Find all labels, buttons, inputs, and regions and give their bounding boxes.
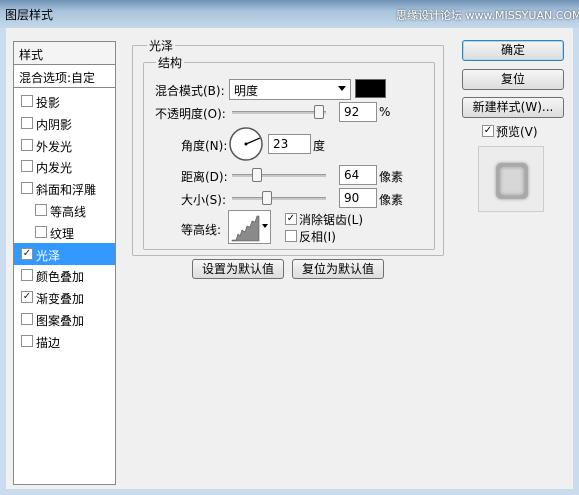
size-slider-track[interactable] [232, 197, 326, 200]
style-item-label: 颜色叠加 [36, 270, 85, 285]
distance-slider-track[interactable] [232, 174, 326, 177]
angle-value: 23 [273, 137, 289, 151]
style-item-label: 投影 [36, 96, 61, 110]
distance-label: 距离(D): [181, 170, 228, 184]
style-item-label: 内发光 [36, 161, 73, 176]
style-item-label: 等高线 [50, 205, 87, 219]
styles-list: 样式 混合选项:自定 投影 内阴影 外发光 内发光 斜面和浮雕 等高线 纹理 ✓ 光泽 颜色叠加 ✓… [13, 41, 116, 485]
color-swatch[interactable] [355, 79, 386, 98]
distance-slider-handle[interactable] [252, 168, 263, 182]
invert-checkbox[interactable] [285, 230, 297, 242]
style-item-label: 渐变叠加 [36, 292, 85, 307]
style-item-2[interactable]: 外发光 [14, 134, 115, 156]
size-label: 大小(S): [181, 193, 227, 207]
style-item-0[interactable]: 投影 [14, 90, 115, 112]
opacity-input[interactable]: 92 [339, 102, 377, 122]
distance-unit: 像素 [379, 170, 404, 184]
opacity-unit: % [379, 105, 391, 119]
style-item-label: 光泽 [36, 248, 61, 263]
preview-shape [496, 163, 528, 199]
style-item-checkbox[interactable]: ✓ [21, 247, 33, 260]
style-item-3[interactable]: 内发光 [14, 155, 115, 177]
chevron-down-icon [338, 86, 346, 91]
contour-curve-icon [231, 215, 260, 242]
style-item-checkbox[interactable] [21, 313, 33, 325]
structure-group-title: 结构 [156, 54, 185, 71]
preview-checkbox[interactable]: ✓ [482, 125, 494, 137]
style-item-checkbox[interactable] [35, 204, 47, 216]
window-title: 图层样式 [5, 8, 54, 22]
style-item-6[interactable]: 纹理 [14, 221, 115, 243]
make-default-button[interactable]: 设置为默认值 [192, 259, 284, 279]
styles-header-label: 样式 [19, 48, 44, 62]
style-item-checkbox[interactable] [21, 160, 33, 173]
blend-mode-select[interactable]: 明度 [229, 79, 351, 100]
blend-options-label: 混合选项:自定 [19, 71, 96, 85]
contour-label: 等高线: [181, 223, 222, 237]
size-input[interactable]: 90 [339, 188, 377, 208]
style-item-label: 斜面和浮雕 [36, 183, 97, 198]
anti-alias-checkbox[interactable]: ✓ [285, 213, 297, 225]
style-item-7[interactable]: ✓ 光泽 [14, 242, 115, 265]
angle-unit: 度 [313, 139, 326, 153]
style-item-1[interactable]: 内阴影 [14, 112, 115, 134]
opacity-value: 92 [344, 105, 360, 119]
ok-button[interactable]: 确定 [462, 40, 564, 61]
blend-options-item[interactable]: 混合选项:自定 [14, 66, 115, 88]
anti-alias-label[interactable]: 消除锯齿(L) [299, 211, 363, 228]
blend-mode-label: 混合模式(B): [155, 84, 225, 98]
reset-to-default-button[interactable]: 复位为默认值 [292, 259, 384, 279]
satin-group-title: 光泽 [147, 37, 176, 54]
style-item-checkbox[interactable] [21, 95, 33, 107]
reset-button[interactable]: 复位 [462, 69, 564, 90]
invert-label[interactable]: 反相(I) [299, 228, 336, 245]
size-slider-handle[interactable] [261, 191, 272, 205]
style-item-checkbox[interactable] [21, 334, 33, 347]
style-item-label: 图案叠加 [36, 314, 85, 328]
style-item-5[interactable]: 等高线 [14, 199, 115, 221]
style-item-label: 内阴影 [36, 117, 73, 132]
new-style-button[interactable]: 新建样式(W)... [462, 97, 564, 118]
angle-input[interactable]: 23 [268, 134, 311, 154]
style-item-9[interactable]: ✓ 渐变叠加 [14, 286, 115, 308]
distance-value: 64 [344, 168, 360, 182]
style-item-checkbox[interactable] [21, 138, 33, 151]
opacity-label: 不透明度(O): [155, 107, 226, 121]
style-item-10[interactable]: 图案叠加 [14, 308, 115, 330]
opacity-slider-track[interactable] [232, 111, 326, 114]
angle-label: 角度(N): [181, 139, 228, 153]
window-border-bottom [0, 489, 579, 495]
style-item-checkbox[interactable]: ✓ [21, 291, 33, 304]
angle-dial[interactable] [228, 126, 264, 162]
opacity-slider-handle[interactable] [314, 105, 325, 119]
style-item-4[interactable]: 斜面和浮雕 [14, 177, 115, 199]
style-item-checkbox[interactable] [35, 225, 47, 238]
style-item-checkbox[interactable] [21, 116, 33, 129]
style-item-label: 外发光 [36, 139, 73, 154]
contour-picker[interactable] [228, 210, 271, 244]
style-item-label: 描边 [36, 335, 61, 350]
style-preview-thumbnail [478, 146, 544, 212]
preview-label[interactable]: 预览(V) [496, 123, 538, 140]
style-item-checkbox[interactable] [21, 182, 33, 195]
title-bar[interactable]: 图层样式 思缘设计论坛 www.MISSYUAN.COM [0, 0, 579, 28]
style-item-checkbox[interactable] [21, 269, 33, 282]
watermark: 思缘设计论坛 www.MISSYUAN.COM [396, 9, 579, 22]
styles-header[interactable]: 样式 [14, 42, 115, 65]
style-item-11[interactable]: 描边 [14, 330, 115, 352]
blend-mode-value: 明度 [234, 84, 259, 98]
chevron-down-icon [262, 224, 268, 228]
window-border-right [573, 28, 579, 495]
style-item-label: 纹理 [50, 226, 75, 241]
style-item-8[interactable]: 颜色叠加 [14, 264, 115, 286]
size-unit: 像素 [379, 193, 404, 207]
distance-input[interactable]: 64 [339, 165, 377, 185]
size-value: 90 [344, 191, 360, 205]
